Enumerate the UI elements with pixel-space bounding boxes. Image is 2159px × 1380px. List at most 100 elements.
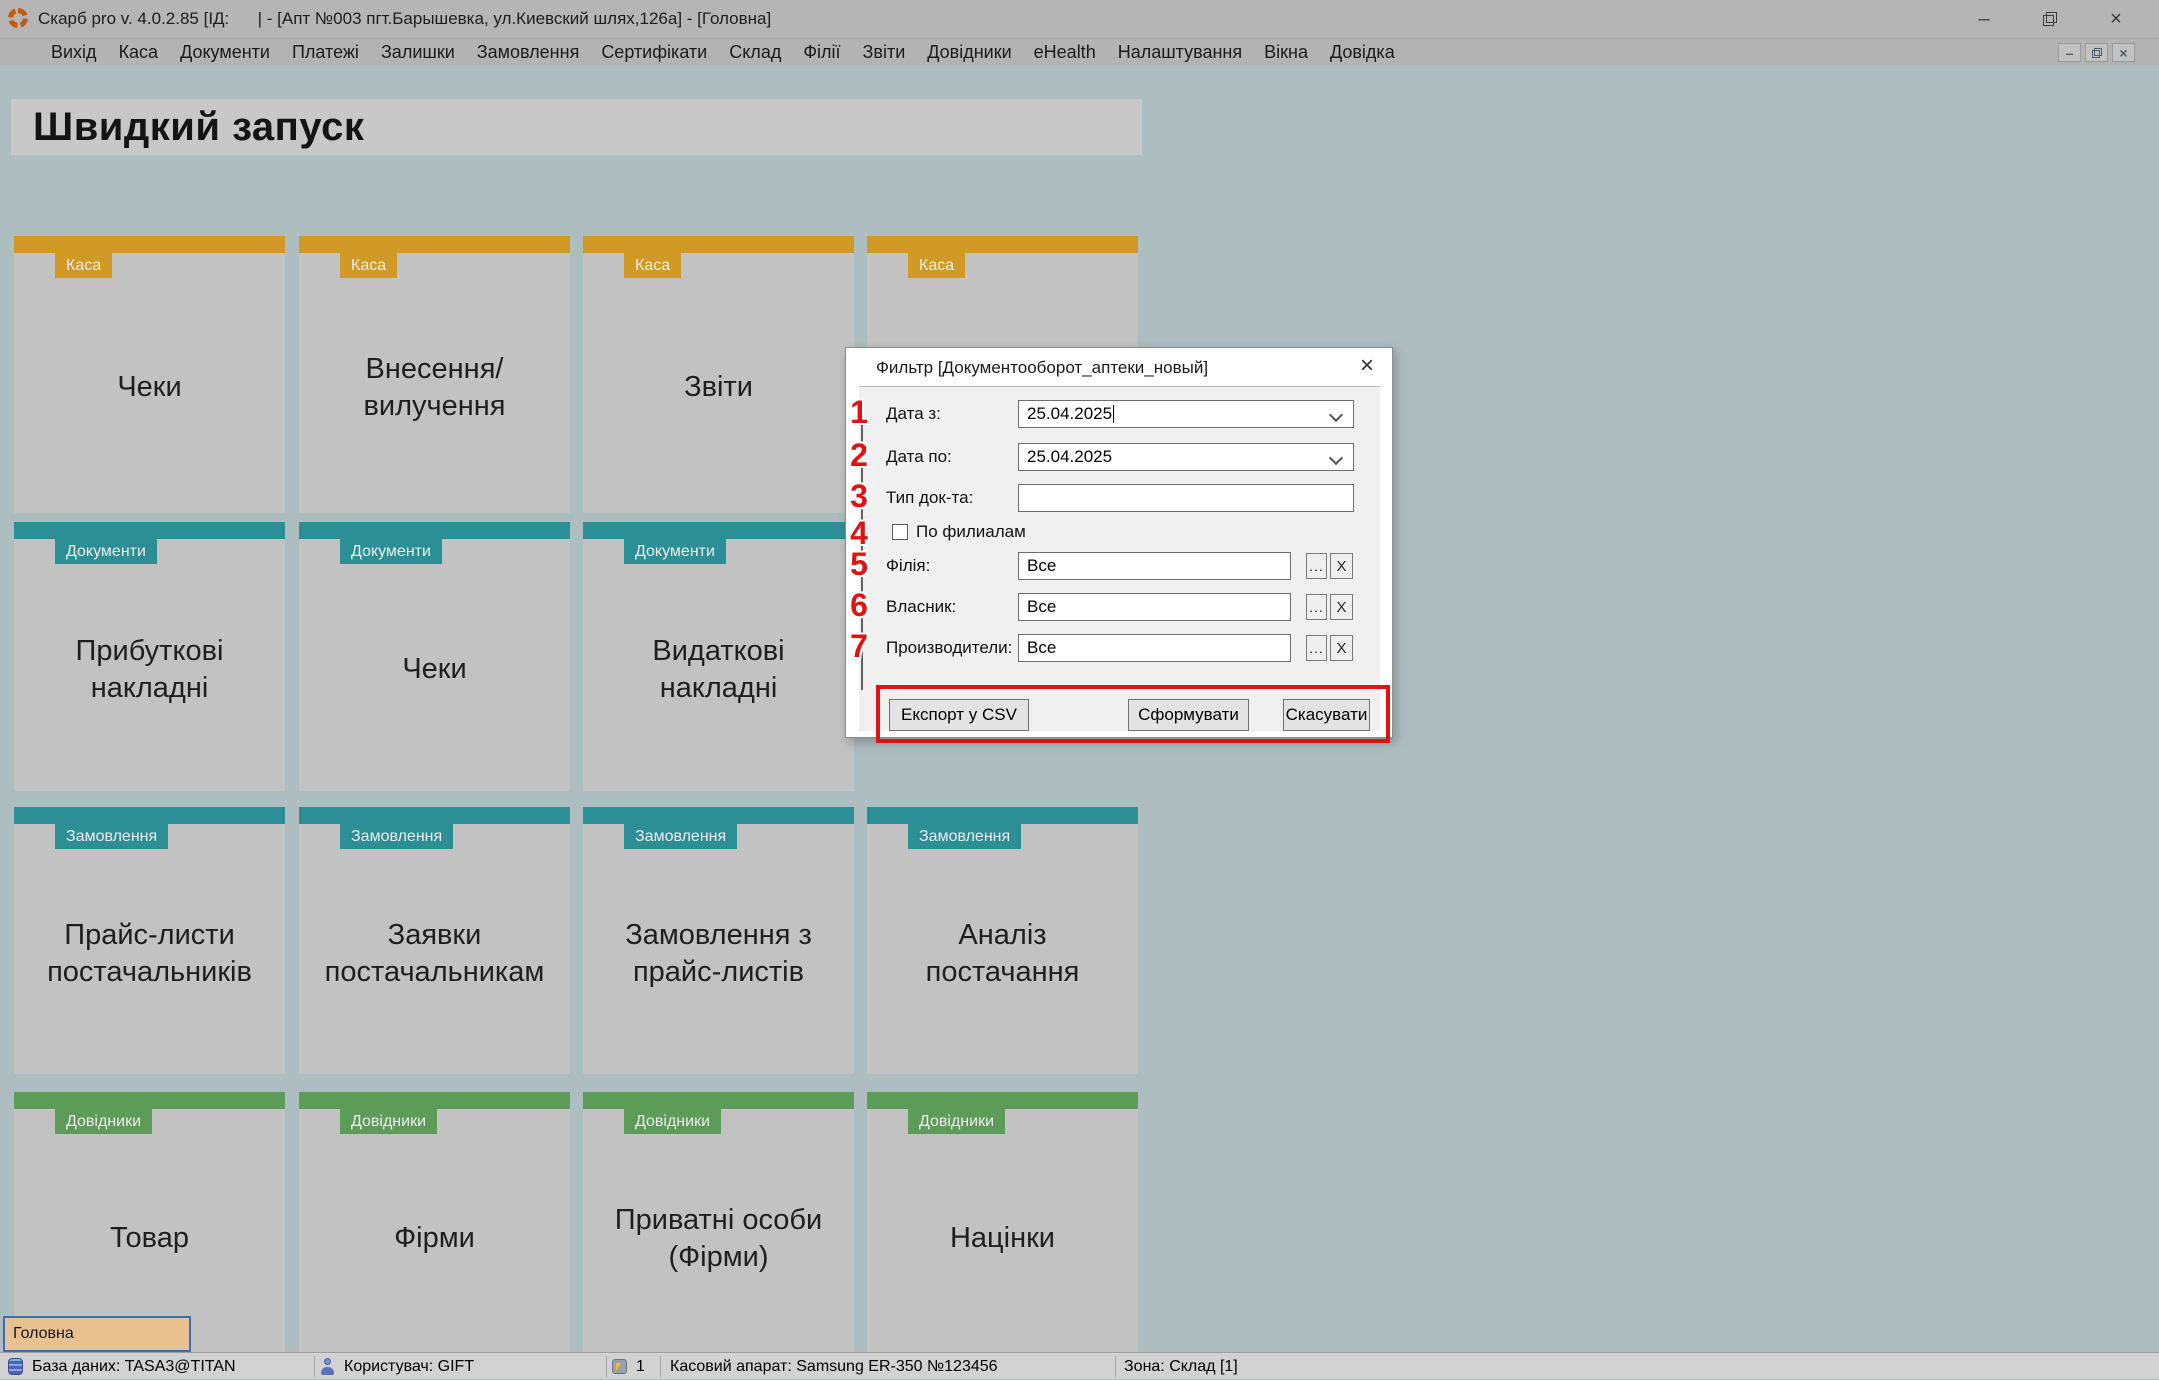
status-item-4: Зона: Склад [1] — [1124, 1353, 1238, 1380]
dialog-field-row-6: Власник:Все...X — [846, 593, 1394, 621]
tile-2-2[interactable]: Замовлення Замовлення з прайс-листів — [583, 807, 854, 1074]
browse-button-6[interactable]: ... — [1306, 594, 1327, 620]
tile-category-strip — [14, 236, 285, 253]
browse-button-7[interactable]: ... — [1306, 635, 1327, 661]
cancel-button[interactable]: Скасувати — [1283, 699, 1370, 731]
window-title: Скарб pro v. 4.0.2.85 [ІД: | - [Апт №003… — [38, 9, 771, 29]
field-value: 25.04.2025 — [1027, 404, 1112, 424]
generate-button[interactable]: Сформувати — [1128, 699, 1249, 731]
tile-0-1[interactable]: КасаВнесення/вилучення — [299, 236, 570, 513]
branches-checkbox[interactable] — [892, 524, 908, 540]
field-input-7[interactable]: Все — [1018, 634, 1291, 662]
dialog-field-row-3: Тип док-та: — [846, 484, 1394, 512]
menu-item-2[interactable]: Документи — [169, 39, 281, 65]
restore-icon[interactable] — [2017, 2, 2083, 36]
menu-item-1[interactable]: Каса — [108, 39, 170, 65]
tile-label: Націнки — [936, 1190, 1069, 1260]
quick-launch-panel: Швидкий запуск — [11, 99, 1142, 155]
mdi-close-icon[interactable]: × — [2112, 43, 2135, 62]
menu-item-11[interactable]: eHealth — [1023, 39, 1107, 65]
field-input-3[interactable] — [1018, 484, 1354, 512]
status-text: Зона: Склад [1] — [1124, 1358, 1238, 1376]
status-text: База даних: TASA3@TITAN — [32, 1358, 236, 1376]
tile-category-strip — [299, 236, 570, 253]
tile-label: Прибуткові накладні — [14, 603, 285, 710]
field-input-6[interactable]: Все — [1018, 593, 1291, 621]
menu-item-7[interactable]: Склад — [718, 39, 792, 65]
tile-category-strip — [583, 236, 854, 253]
annotation-number-1: 1 — [840, 396, 878, 428]
menu-item-3[interactable]: Платежі — [281, 39, 370, 65]
database-icon — [8, 1358, 23, 1375]
mdi-restore-icon[interactable] — [2085, 43, 2108, 62]
tile-2-3[interactable]: ЗамовленняАналіз постачання — [867, 807, 1138, 1074]
export-csv-button[interactable]: Експорт у CSV — [889, 699, 1029, 731]
tile-0-2[interactable]: Каса Звіти — [583, 236, 854, 513]
tile-1-1[interactable]: ДокументиЧеки — [299, 522, 570, 791]
tile-category-strip — [583, 807, 854, 824]
tile-label: Заявки постачальникам — [299, 887, 570, 994]
tile-category-strip — [14, 522, 285, 539]
clear-button-6[interactable]: X — [1330, 594, 1353, 620]
tile-1-0[interactable]: Документи Прибуткові накладні — [14, 522, 285, 791]
tile-category-tab: Каса — [340, 253, 397, 278]
clear-button-7[interactable]: X — [1330, 635, 1353, 661]
menu-item-4[interactable]: Залишки — [370, 39, 466, 65]
tab-home[interactable]: Головна — [3, 1316, 191, 1352]
dialog-close-icon[interactable]: × — [1354, 353, 1380, 379]
tile-label: Приватні особи (Фірми) — [583, 1172, 854, 1279]
tile-3-2[interactable]: Довідники Приватні особи (Фірми) — [583, 1092, 854, 1359]
annotation-number-7: 7 — [840, 630, 878, 662]
menu-item-13[interactable]: Вікна — [1253, 39, 1319, 65]
tile-category-strip — [299, 1092, 570, 1109]
tile-3-1[interactable]: ДовідникиФірми — [299, 1092, 570, 1359]
text-caret — [1113, 405, 1114, 423]
menu-item-9[interactable]: Звіти — [852, 39, 917, 65]
menu-item-6[interactable]: Сертифікати — [590, 39, 718, 65]
title-bar: Скарб pro v. 4.0.2.85 [ІД: | - [Апт №003… — [0, 0, 2159, 39]
tile-2-0[interactable]: ЗамовленняПрайс-листи постачальників — [14, 807, 285, 1074]
tile-0-0[interactable]: КасаЧеки — [14, 236, 285, 513]
tile-label: Чеки — [388, 621, 480, 691]
annotation-number-4: 4 — [840, 517, 878, 549]
browse-button-5[interactable]: ... — [1306, 553, 1327, 579]
page-title: Швидкий запуск — [11, 105, 364, 150]
tile-3-3[interactable]: ДовідникиНацінки — [867, 1092, 1138, 1359]
field-input-2[interactable]: 25.04.2025 — [1018, 443, 1354, 471]
field-label-5: Філія: — [886, 552, 930, 580]
tile-category-tab: Каса — [624, 253, 681, 278]
menu-item-0[interactable]: Вихід — [40, 39, 108, 65]
mdi-minimize-icon[interactable]: – — [2058, 43, 2081, 62]
clear-button-5[interactable]: X — [1330, 553, 1353, 579]
tile-1-2[interactable]: ДокументиВидаткові накладні — [583, 522, 854, 791]
minimize-icon[interactable]: – — [1951, 2, 2017, 36]
tile-label: Звіти — [670, 339, 767, 409]
annotation-number-2: 2 — [840, 439, 878, 471]
status-item-1: Користувач: GIFT — [320, 1353, 474, 1380]
status-text: 1 — [636, 1358, 645, 1376]
tile-category-tab: Документи — [55, 539, 157, 564]
menu-item-12[interactable]: Налаштування — [1107, 39, 1253, 65]
close-icon[interactable]: × — [2083, 2, 2149, 36]
menu-item-8[interactable]: Філії — [792, 39, 851, 65]
menu-item-5[interactable]: Замовлення — [466, 39, 591, 65]
dialog-field-row-7: Производители:Все...X — [846, 634, 1394, 662]
field-value: Все — [1027, 556, 1056, 576]
menu-item-10[interactable]: Довідники — [916, 39, 1022, 65]
tile-category-tab: Каса — [55, 253, 112, 278]
tile-category-strip — [867, 1092, 1138, 1109]
tile-category-strip — [299, 807, 570, 824]
tile-category-tab: Довідники — [624, 1109, 721, 1134]
tile-label: Замовлення з прайс-листів — [583, 887, 854, 994]
tile-2-1[interactable]: ЗамовленняЗаявки постачальникам — [299, 807, 570, 1074]
field-label-3: Тип док-та: — [886, 484, 973, 512]
field-input-5[interactable]: Все — [1018, 552, 1291, 580]
field-label-1: Дата з: — [886, 400, 941, 428]
field-input-1[interactable]: 25.04.2025 — [1018, 400, 1354, 428]
tile-category-tab: Замовлення — [624, 824, 737, 849]
tile-category-strip — [299, 522, 570, 539]
tile-category-tab: Замовлення — [55, 824, 168, 849]
status-bar: База даних: TASA3@TITAN Користувач: GIFT 1… — [0, 1352, 2159, 1379]
tile-label: Фірми — [380, 1190, 489, 1260]
menu-item-14[interactable]: Довідка — [1319, 39, 1406, 65]
